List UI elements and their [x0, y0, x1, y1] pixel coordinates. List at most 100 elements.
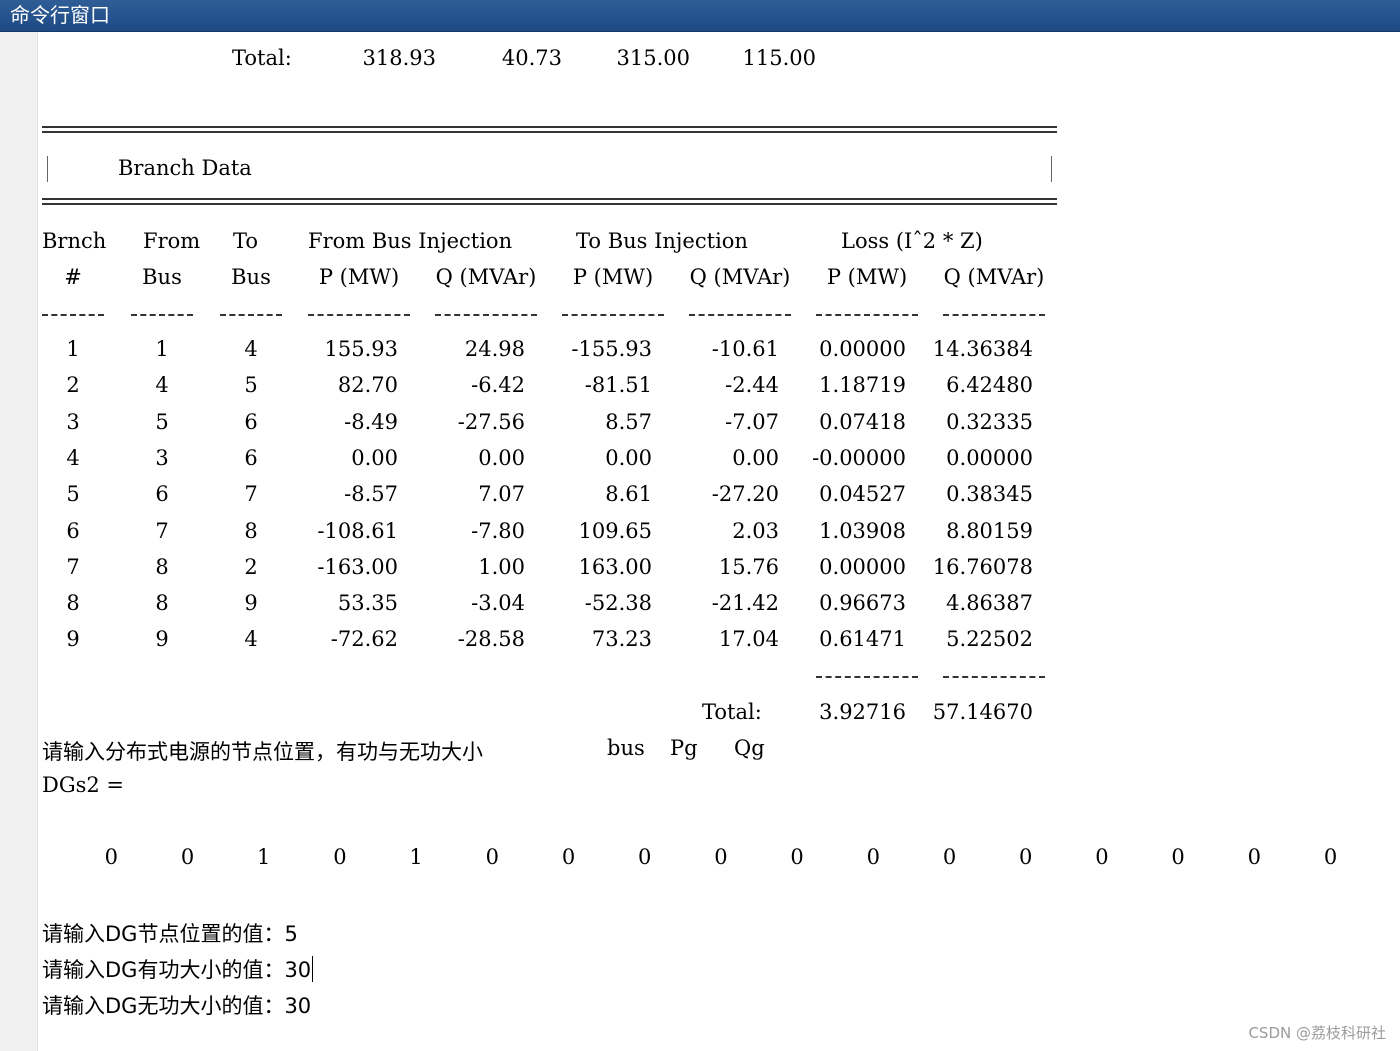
bus-total-label: Total: [232, 46, 292, 70]
cell-to-q: 17.04 [718, 627, 779, 652]
vector-element: 0 [1095, 845, 1109, 869]
cell-loss-q: 8.80159 [946, 518, 1033, 543]
cell-from-bus: 8 [155, 591, 169, 616]
header-loss-p: P (MW) [826, 265, 908, 289]
cell-from-p: 0.00 [351, 445, 398, 470]
cell-brnch: 9 [66, 627, 80, 652]
dg-prompt: 请输入分布式电源的节点位置，有功与无功大小 [42, 740, 483, 764]
cell-loss-p: 0.07418 [819, 409, 906, 434]
cell-loss-q: 14.36384 [932, 337, 1033, 361]
header-rule [689, 314, 791, 316]
cell-from-q: -7.80 [471, 518, 525, 543]
cell-from-p: -108.61 [317, 518, 398, 543]
input-dg-p-line[interactable]: 请输入DG有功大小的值：30 [42, 954, 314, 984]
vector-element: 0 [638, 845, 652, 869]
cell-from-bus: 7 [155, 518, 169, 543]
header-rule [42, 314, 104, 316]
vector-element: 1 [409, 845, 423, 869]
cell-from-p: 82.70 [337, 373, 398, 398]
cell-loss-q: 4.86387 [946, 591, 1033, 616]
header-rule [131, 314, 193, 316]
vector-element: 0 [485, 845, 499, 869]
loss-total-q: 57.14670 [932, 700, 1033, 724]
left-gutter [0, 32, 38, 1051]
header-rule [816, 314, 918, 316]
cell-to-bus: 5 [244, 373, 258, 398]
cell-to-p: -52.38 [584, 591, 652, 616]
vector-element: 0 [1247, 845, 1261, 869]
vector-element: 0 [942, 845, 957, 869]
cell-to-q: -10.61 [711, 337, 779, 361]
cell-from-bus: 5 [155, 409, 169, 434]
bus-total-qd: 115.00 [742, 46, 816, 70]
separator-bottom [42, 198, 1057, 205]
section-title: Branch Data [118, 156, 252, 180]
cell-from-q: 1.00 [478, 554, 525, 579]
cell-to-p: 0.00 [605, 445, 652, 470]
cell-from-q: -27.56 [457, 409, 525, 434]
header-bus-to: Bus [231, 265, 271, 289]
cell-loss-q: 5.22502 [946, 627, 1033, 652]
cell-from-p: 53.35 [337, 591, 398, 616]
cell-to-q: -21.42 [711, 591, 779, 616]
variable-name: DGs2 = [42, 773, 125, 797]
cell-to-q: 0.00 [732, 445, 779, 470]
window-title: 命令行窗口 [10, 3, 110, 27]
header-rule [435, 314, 537, 316]
cell-brnch: 6 [66, 518, 80, 543]
vector-element: 0 [180, 845, 195, 869]
cell-brnch: 4 [66, 445, 80, 470]
header-to-p: P (MW) [572, 265, 654, 289]
command-window: 命令行窗口 Total: 318.93 40.73 315.00 115.00 … [0, 0, 1400, 1051]
header-from: From [143, 229, 201, 253]
cell-to-q: -27.20 [711, 482, 779, 507]
cell-brnch: 3 [66, 409, 80, 434]
total-rule [943, 676, 1045, 678]
header-loss: Loss (Iˆ2 * Z) [841, 229, 983, 253]
input-dg-p: 请输入DG有功大小的值：30 [42, 958, 312, 982]
cell-to-bus: 9 [244, 591, 258, 616]
vector-element: 0 [104, 845, 118, 869]
header-loss-q: Q (MVAr) [943, 265, 1045, 289]
cell-loss-p: 1.03908 [819, 518, 906, 543]
vector-element: 0 [1171, 845, 1185, 869]
cell-to-p: 8.61 [605, 482, 652, 507]
cell-loss-q: 0.00000 [946, 445, 1033, 470]
cell-loss-p: 0.00000 [819, 337, 906, 361]
header-num: # [64, 265, 82, 289]
input-dg-bus: 请输入DG节点位置的值：5 [42, 922, 298, 946]
cell-from-q: 24.98 [464, 337, 525, 361]
cell-to-p: -81.51 [584, 373, 652, 398]
loss-total-p: 3.92716 [819, 700, 906, 724]
vector-element: 0 [790, 845, 804, 869]
cell-to-q: -2.44 [725, 373, 779, 398]
banner-right-border [1051, 156, 1052, 182]
header-brnch: Brnch [42, 229, 107, 253]
vector-element: 0 [866, 845, 880, 869]
cell-loss-q: 0.38345 [946, 482, 1033, 507]
cell-brnch: 1 [66, 337, 80, 361]
cell-to-p: 73.23 [591, 627, 652, 652]
title-bar: 命令行窗口 [0, 0, 1400, 32]
header-rule [943, 314, 1045, 316]
header-to-bus-injection: To Bus Injection [576, 229, 748, 253]
cell-from-q: 0.00 [478, 445, 525, 470]
cell-loss-q: 16.76078 [932, 554, 1033, 579]
cell-from-q: -28.58 [457, 627, 525, 652]
vector-element: 1 [257, 845, 271, 869]
cell-to-p: 8.57 [605, 409, 652, 434]
header-from-q: Q (MVAr) [435, 265, 537, 289]
vector-element: 0 [333, 845, 347, 869]
cell-loss-p: -0.00000 [812, 445, 906, 470]
cell-from-p: -163.00 [317, 554, 398, 579]
cell-brnch: 2 [66, 373, 80, 398]
console-output[interactable]: Total: 318.93 40.73 315.00 115.00 Branch… [38, 32, 1400, 1051]
loss-total-label: Total: [702, 700, 762, 724]
header-rule [562, 314, 664, 316]
cell-to-bus: 7 [244, 482, 258, 507]
cell-loss-q: 0.32335 [946, 409, 1033, 434]
cell-to-bus: 4 [244, 627, 258, 652]
header-to: To [233, 229, 259, 253]
separator-top [42, 126, 1057, 133]
cell-from-p: -72.62 [330, 627, 398, 652]
